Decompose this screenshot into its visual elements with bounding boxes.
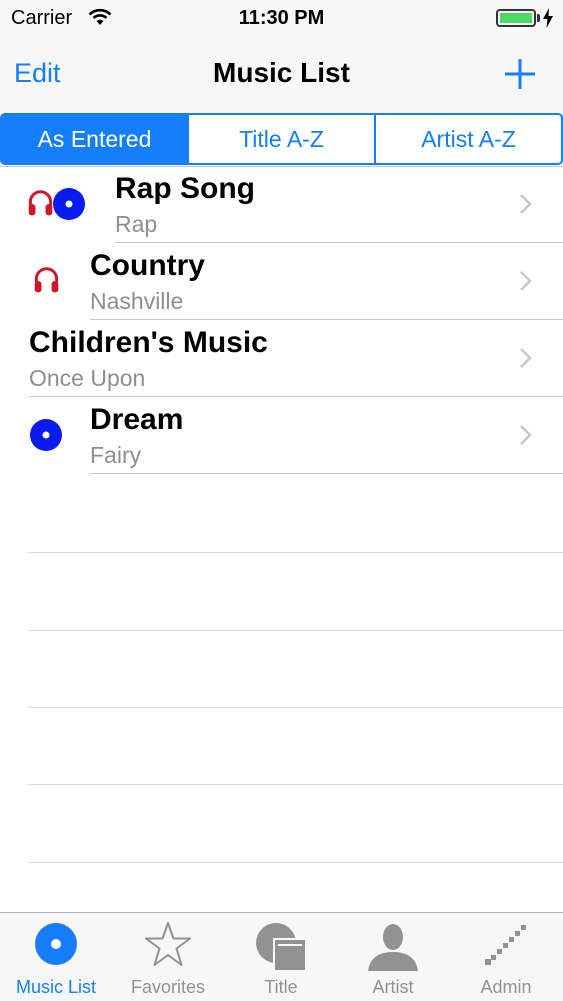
- status-bar: Carrier 11:30 PM: [0, 0, 563, 40]
- disc-icon: [52, 187, 86, 226]
- song-subtitle: Fairy: [90, 442, 142, 468]
- tab-label: Artist: [372, 977, 414, 997]
- sort-segmented-control: As Entered Title A-Z Artist A-Z: [0, 113, 563, 165]
- tab-favorites[interactable]: Favorites: [112, 913, 224, 1001]
- disc-icon: [33, 921, 79, 972]
- star-icon: [144, 921, 192, 972]
- plus-icon[interactable]: [500, 54, 540, 94]
- tab-bar: Music List Favorites Title Artist Admin: [0, 912, 563, 1001]
- person-icon: [366, 921, 420, 978]
- list-item-country[interactable]: Country Nashville: [0, 243, 563, 320]
- song-title: Country: [90, 249, 205, 282]
- list-item-dream[interactable]: Dream Fairy: [0, 397, 563, 474]
- segment-title-a-z[interactable]: Title A-Z: [187, 115, 374, 163]
- tab-label: Music List: [15, 977, 96, 997]
- battery-icon: [496, 9, 536, 27]
- list-item-childrens-music[interactable]: Children's Music Once Upon: [0, 320, 563, 397]
- chevron-right-icon: [518, 193, 532, 220]
- empty-row-separator: [28, 552, 563, 553]
- tab-label: Favorites: [130, 977, 206, 997]
- tab-label: Title: [264, 977, 298, 997]
- empty-row-separator: [28, 707, 563, 708]
- chevron-right-icon: [518, 270, 532, 297]
- song-subtitle: Nashville: [90, 288, 184, 314]
- chevron-right-icon: [518, 347, 532, 374]
- row-separator: [90, 473, 563, 474]
- tab-admin[interactable]: Admin: [450, 913, 562, 1001]
- empty-row-separator: [28, 630, 563, 631]
- headphones-icon: [27, 188, 54, 223]
- headphones-icon: [33, 265, 60, 300]
- segment-artist-a-z[interactable]: Artist A-Z: [374, 115, 561, 163]
- song-title: Rap Song: [115, 172, 255, 205]
- song-title: Dream: [90, 403, 184, 436]
- song-subtitle: Rap: [115, 211, 158, 237]
- charging-icon: [543, 8, 553, 33]
- page-title: Music List: [213, 57, 350, 88]
- tab-title[interactable]: Title: [225, 913, 337, 1001]
- list-item-rap-song[interactable]: Rap Song Rap: [0, 166, 563, 243]
- disc-icon: [29, 418, 63, 457]
- chevron-right-icon: [518, 424, 532, 451]
- tab-music-list[interactable]: Music List: [0, 913, 112, 1001]
- song-subtitle: Once Upon: [29, 365, 146, 391]
- tab-artist[interactable]: Artist: [337, 913, 449, 1001]
- title-icon: [254, 921, 308, 978]
- empty-row-separator: [28, 784, 563, 785]
- battery-tip: [537, 14, 540, 22]
- admin-icon: [483, 921, 529, 972]
- song-title: Children's Music: [29, 326, 268, 359]
- navigation-bar: Edit Music List: [0, 40, 563, 114]
- tab-label: Admin: [480, 977, 532, 997]
- segment-as-entered[interactable]: As Entered: [2, 115, 187, 163]
- clock: 11:30 PM: [238, 7, 325, 29]
- empty-row-separator: [28, 862, 563, 863]
